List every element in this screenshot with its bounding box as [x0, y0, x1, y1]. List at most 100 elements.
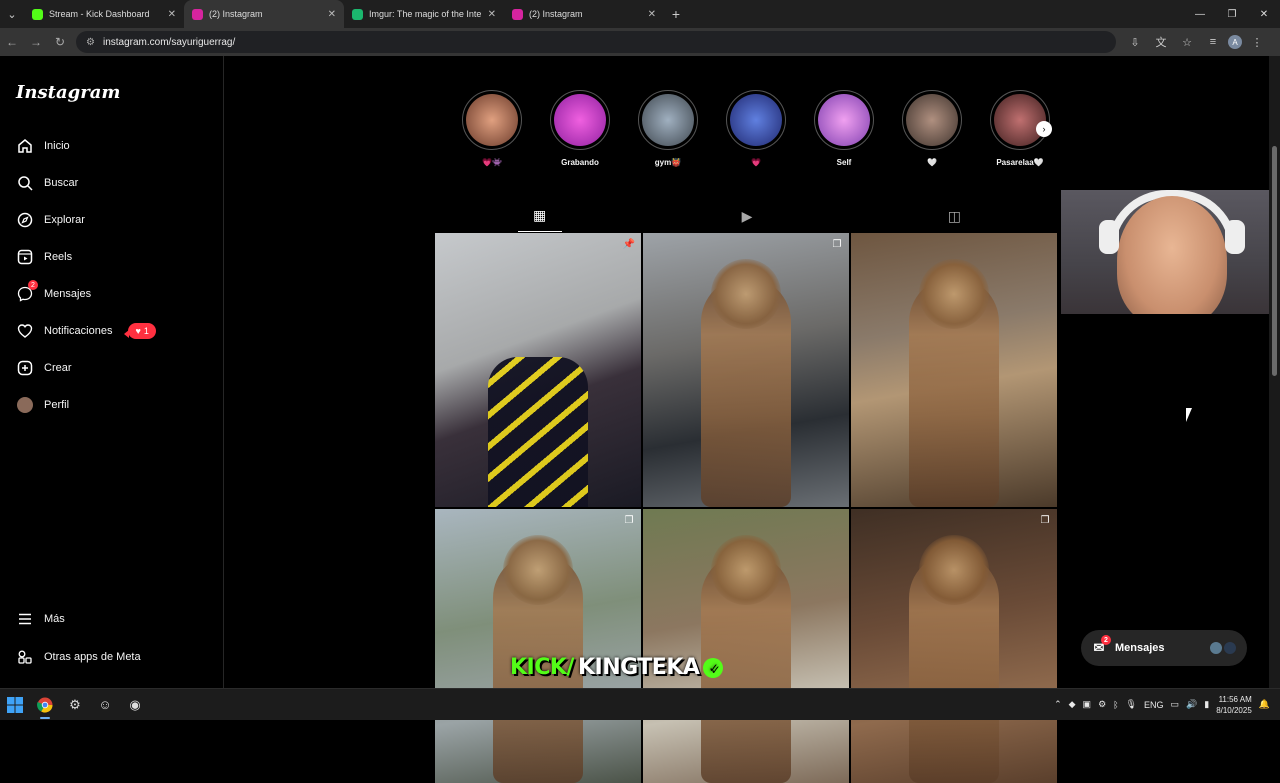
- sidebar-item-label: Más: [44, 613, 65, 625]
- close-icon[interactable]: ✕: [168, 9, 176, 20]
- volume-icon[interactable]: 🔊: [1186, 699, 1197, 710]
- highlight-ring: [462, 90, 522, 150]
- highlight-cover: [994, 94, 1046, 146]
- tab-search-button[interactable]: ⌄: [0, 0, 24, 28]
- overlay-channel-text: KINGTEKA: [577, 655, 700, 680]
- post-thumbnail[interactable]: [851, 233, 1057, 507]
- forward-arrow-icon[interactable]: →: [24, 28, 48, 56]
- close-window-icon[interactable]: ✕: [1248, 0, 1280, 28]
- messages-floating-button[interactable]: ✉ 2 Mensajes: [1081, 630, 1247, 666]
- browser-tab[interactable]: Stream - Kick Dashboard ✕: [24, 0, 184, 28]
- steam-tray-icon[interactable]: ⚙: [1098, 699, 1106, 710]
- system-tray: ⌃ ◆ ▣ ⚙ ᛒ 🎙 ENG ▭ 🔊 ▮ 11:56 AM 8/10/2025…: [1054, 694, 1280, 716]
- obs-icon[interactable]: ◉: [120, 689, 150, 721]
- post-thumbnail[interactable]: 📌: [435, 233, 641, 507]
- sidebar-item-notificaciones[interactable]: Notificaciones ♥ 1: [16, 321, 156, 341]
- close-icon[interactable]: ✕: [328, 9, 336, 20]
- browser-tab[interactable]: Imgur: The magic of the Interne ✕: [344, 0, 504, 28]
- notification-count: 1: [143, 326, 149, 336]
- highlight-item[interactable]: 💗👾: [462, 90, 522, 167]
- tab-title: (2) Instagram: [529, 9, 583, 19]
- site-info-icon[interactable]: ⚙: [86, 37, 95, 48]
- sidebar-item-reels[interactable]: Reels: [16, 247, 72, 267]
- close-icon[interactable]: ✕: [488, 9, 496, 20]
- microphone-icon[interactable]: 🎙: [1126, 699, 1137, 710]
- tray-app-icon[interactable]: ▣: [1083, 699, 1092, 710]
- sidebar-item-meta-apps[interactable]: Otras apps de Meta: [16, 647, 141, 667]
- sidebar-item-label: Perfil: [44, 399, 70, 411]
- sidebar-item-crear[interactable]: Crear: [16, 358, 72, 378]
- post-thumbnail[interactable]: ❐: [643, 233, 849, 507]
- sidebar-item-label: Notificaciones: [44, 325, 113, 337]
- post-thumbnail[interactable]: ❐: [435, 509, 641, 783]
- grid-icon: ▦: [533, 207, 547, 223]
- chrome-icon[interactable]: [30, 689, 60, 721]
- tagged-tab[interactable]: ◫: [932, 200, 976, 232]
- bluetooth-icon[interactable]: ᛒ: [1113, 700, 1118, 710]
- sidebar-item-inicio[interactable]: Inicio: [16, 136, 70, 156]
- sidebar-item-label: Otras apps de Meta: [44, 651, 141, 663]
- avatar: [1209, 641, 1223, 655]
- chevron-up-icon[interactable]: ⌃: [1054, 699, 1062, 710]
- highlight-ring: [726, 90, 786, 150]
- network-icon[interactable]: ▭: [1171, 699, 1180, 710]
- highlight-ring: [550, 90, 610, 150]
- install-app-icon[interactable]: ⇩: [1124, 31, 1146, 53]
- new-tab-button[interactable]: +: [664, 0, 688, 28]
- instagram-logo[interactable]: Instagram: [16, 82, 120, 103]
- windows-start-icon[interactable]: [0, 689, 30, 721]
- steam-icon[interactable]: ⚙: [60, 689, 90, 721]
- translate-icon[interactable]: 文: [1150, 31, 1172, 53]
- avatar-wrapper: [16, 396, 34, 414]
- notification-bell-icon[interactable]: 🔔: [1259, 699, 1270, 710]
- browser-tab-active[interactable]: (2) Instagram ✕: [184, 0, 344, 28]
- story-highlights: 💗👾 Grabando gym👹 💗 Self 🤍 Pasarelaa🤍: [462, 90, 1050, 167]
- highlight-ring: [814, 90, 874, 150]
- discord-icon[interactable]: ☺: [90, 689, 120, 721]
- close-icon[interactable]: ✕: [648, 9, 656, 20]
- highlight-label: Pasarelaa🤍: [996, 158, 1044, 167]
- chevron-right-icon[interactable]: ›: [1036, 121, 1052, 137]
- heart-icon: [16, 322, 34, 340]
- bookmark-star-icon[interactable]: ☆: [1176, 31, 1198, 53]
- sidebar-item-perfil[interactable]: Perfil: [16, 395, 69, 415]
- language-indicator[interactable]: ENG: [1144, 700, 1164, 710]
- media-controls-icon[interactable]: ≡: [1202, 31, 1224, 53]
- sidebar-item-buscar[interactable]: Buscar: [16, 173, 78, 193]
- more-menu-icon[interactable]: ⋮: [1246, 31, 1268, 53]
- clock-time: 11:56 AM: [1218, 694, 1252, 704]
- reels-tab[interactable]: ▶: [725, 200, 769, 232]
- post-thumbnail[interactable]: ❐: [851, 509, 1057, 783]
- highlight-item[interactable]: gym👹: [638, 90, 698, 167]
- instagram-sidebar: Instagram Inicio Buscar Explorar Reels 2…: [0, 56, 224, 688]
- page-scrollbar[interactable]: [1269, 56, 1280, 688]
- clock[interactable]: 11:56 AM 8/10/2025: [1216, 694, 1252, 716]
- tagged-icon: ◫: [947, 207, 961, 224]
- highlight-label: Grabando: [561, 158, 599, 167]
- highlight-item[interactable]: 💗: [726, 90, 786, 167]
- restore-icon[interactable]: ❐: [1216, 0, 1248, 28]
- pin-icon: 📌: [622, 238, 636, 250]
- address-bar[interactable]: ⚙ instagram.com/sayuriguerrag/: [76, 31, 1116, 53]
- reload-icon[interactable]: ↻: [48, 28, 72, 56]
- highlight-item[interactable]: Grabando: [550, 90, 610, 167]
- sidebar-item-mensajes[interactable]: 2 Mensajes: [16, 280, 91, 304]
- battery-icon[interactable]: ▮: [1204, 699, 1209, 710]
- sidebar-item-label: Crear: [44, 362, 72, 374]
- browser-tab[interactable]: (2) Instagram ✕: [504, 0, 664, 28]
- back-arrow-icon[interactable]: ←: [0, 28, 24, 56]
- window-controls: — ❐ ✕: [1184, 0, 1280, 28]
- post-thumbnail[interactable]: [643, 509, 849, 783]
- highlight-ring: [902, 90, 962, 150]
- notification-pill[interactable]: ♥ 1: [124, 323, 156, 339]
- highlight-item[interactable]: 🤍: [902, 90, 962, 167]
- sidebar-item-mas[interactable]: Más: [16, 609, 65, 629]
- profile-avatar[interactable]: A: [1228, 35, 1242, 49]
- highlight-item[interactable]: Self: [814, 90, 874, 167]
- scrollbar-thumb[interactable]: [1272, 146, 1277, 376]
- sidebar-item-explorar[interactable]: Explorar: [16, 210, 85, 230]
- tray-app-icon[interactable]: ◆: [1069, 699, 1076, 710]
- minimize-icon[interactable]: —: [1184, 0, 1216, 28]
- posts-tab[interactable]: ▦: [517, 200, 562, 232]
- headphone-left: [1099, 220, 1119, 254]
